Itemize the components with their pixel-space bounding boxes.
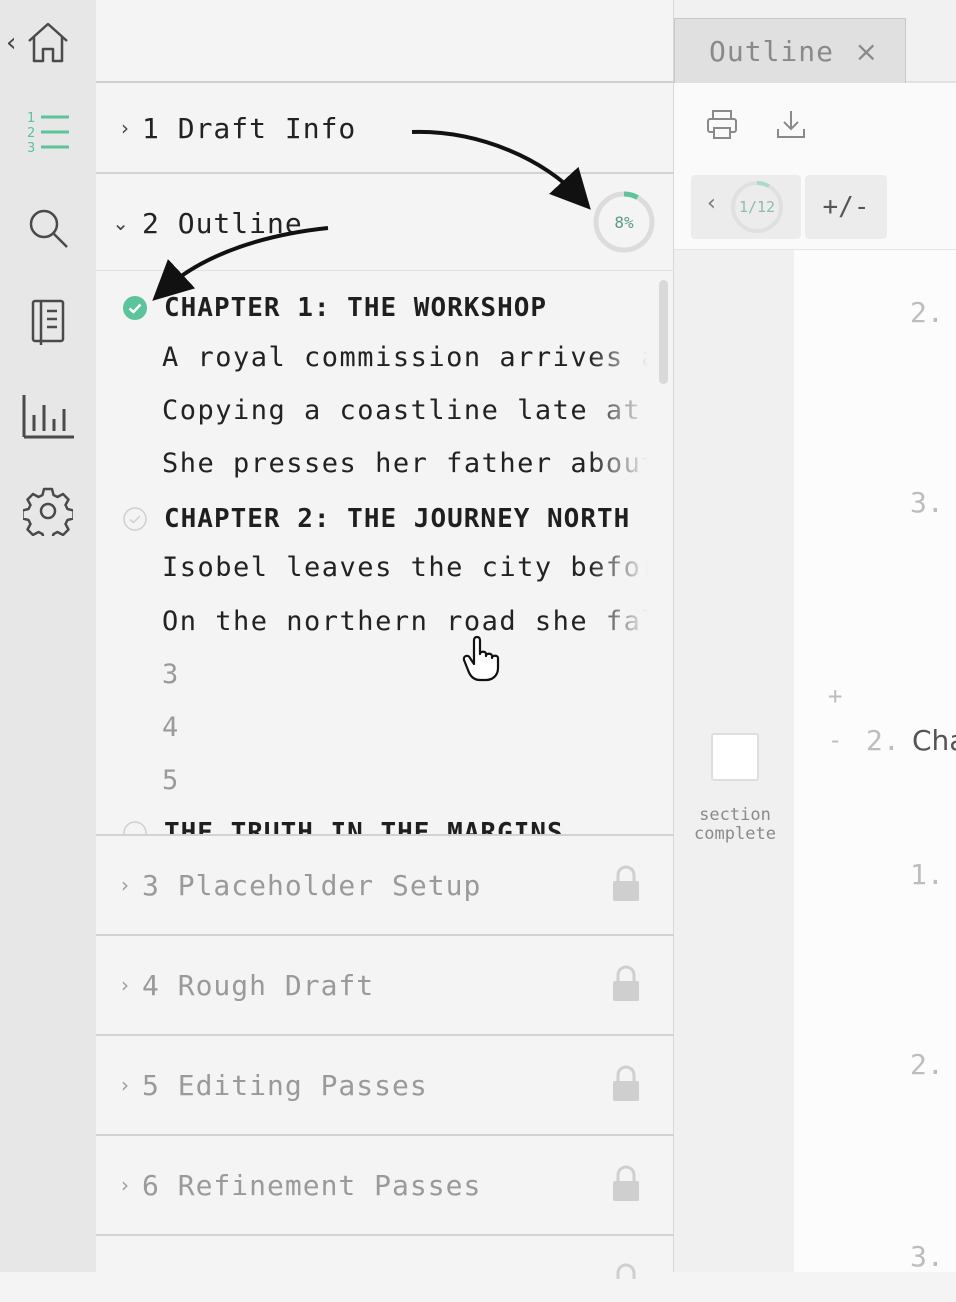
print-icon[interactable] <box>704 107 740 143</box>
icon-rail: ‹ 1 2 3 <box>0 0 96 1272</box>
scene-item[interactable]: Isobel leaves the city before <box>162 552 648 583</box>
expand-collapse-button[interactable]: +/- <box>805 175 887 239</box>
scrollbar[interactable] <box>659 280 668 384</box>
scene-item[interactable]: 4 <box>162 712 648 743</box>
section-complete-label: section complete <box>694 805 776 844</box>
gear-icon[interactable] <box>18 481 78 541</box>
line-number: 3. <box>910 486 944 519</box>
chevron-right-icon: › <box>121 116 130 140</box>
collapse-rail-icon[interactable]: ‹ <box>6 28 16 58</box>
section-outline[interactable]: ⌄ 2 Outline <box>96 174 674 272</box>
section-title: Outline <box>177 206 303 240</box>
tab-bar: Outline × <box>674 0 956 83</box>
section-rough-draft[interactable]: › 4 Rough Draft <box>96 936 674 1034</box>
search-icon[interactable] <box>18 198 78 258</box>
previous-icon[interactable]: ‹ <box>707 191 716 216</box>
lock-icon <box>613 1065 639 1101</box>
tab-outline[interactable]: Outline × <box>674 18 906 83</box>
check-circle-outline-icon[interactable] <box>122 506 148 532</box>
scene-item[interactable]: She presses her father about <box>162 448 648 479</box>
chevron-right-icon: › <box>121 1173 130 1197</box>
svg-text:2: 2 <box>27 126 35 141</box>
numbered-list-icon[interactable]: 1 2 3 <box>18 102 78 162</box>
lock-icon <box>613 865 639 901</box>
tab-label: Outline <box>709 34 835 68</box>
collapse-line-button[interactable]: - <box>828 726 842 754</box>
editor-content[interactable]: 2. 3. + - 2. Cha 1. 2. 3. <box>794 250 956 1273</box>
bar-chart-icon[interactable] <box>18 386 78 446</box>
section-navigator: ‹ 1/12 <box>691 175 801 239</box>
lock-icon <box>613 965 639 1001</box>
divider <box>96 270 674 271</box>
check-circle-outline-icon[interactable] <box>122 820 148 834</box>
chapter-title: CHAPTER 1: THE WORKSHOP <box>164 293 548 323</box>
line-number: 1. <box>910 858 944 891</box>
panel-header <box>96 0 674 83</box>
section-number: 6 <box>142 1168 160 1202</box>
progress-percent: 8% <box>614 212 634 232</box>
section-editing-passes[interactable]: › 5 Editing Passes <box>96 1036 674 1134</box>
download-icon[interactable] <box>773 107 809 143</box>
section-placeholder-setup[interactable]: › 3 Placeholder Setup <box>96 836 674 934</box>
scene-item[interactable]: On the northern road she falls <box>162 606 648 637</box>
outline-list: CHAPTER 1: THE WORKSHOP A royal commissi… <box>96 272 674 834</box>
chevron-right-icon: › <box>121 1073 130 1097</box>
line-number: 2. <box>910 296 944 329</box>
divider <box>96 1234 674 1236</box>
close-icon[interactable]: × <box>855 35 879 68</box>
check-circle-filled-icon[interactable] <box>122 295 148 321</box>
section-title: Editing Passes <box>177 1068 428 1102</box>
sections-panel: › 1 Draft Info ⌄ 2 Outline 8% CHAPTER 1:… <box>96 0 674 1279</box>
section-refinement-passes[interactable]: › 6 Refinement Passes <box>96 1136 674 1234</box>
section-title: Rough Draft <box>177 968 375 1002</box>
section-title: Placeholder Setup <box>177 868 482 902</box>
section-number: 1 <box>142 111 160 145</box>
chapter-title: CHAPTER 2: THE JOURNEY NORTH <box>164 504 631 534</box>
chevron-down-icon: ⌄ <box>112 211 130 235</box>
section-draft-info[interactable]: › 1 Draft Info <box>96 84 674 172</box>
line-number: 3. <box>910 1240 944 1273</box>
chapter-row[interactable]: CHAPTER 2: THE JOURNEY NORTH <box>96 499 656 539</box>
section-number: 3 <box>142 868 160 902</box>
chapter-title: THE TRUTH IN THE MARGINS <box>164 818 564 834</box>
scene-item[interactable]: Copying a coastline late at night <box>162 395 648 426</box>
navigator-position: 1/12 <box>738 198 776 216</box>
line-number: 2. <box>910 1048 944 1081</box>
section-number: 2 <box>142 206 160 240</box>
lock-icon <box>616 1263 636 1279</box>
home-icon[interactable] <box>18 12 78 72</box>
chapter-row[interactable]: THE TRUTH IN THE MARGINS <box>96 813 656 834</box>
svg-text:1: 1 <box>27 111 35 126</box>
line-number: 2. <box>866 724 900 757</box>
outline-progress-ring: 8% <box>592 190 656 254</box>
chapter-heading-text: Cha <box>912 724 956 757</box>
section-number: 4 <box>142 968 160 1002</box>
section-title: Draft Info <box>177 111 357 145</box>
scene-item[interactable]: A royal commission arrives at <box>162 342 648 373</box>
scene-item[interactable]: 3 <box>162 659 648 690</box>
section-number: 5 <box>142 1068 160 1102</box>
section-title: Refinement Passes <box>177 1168 482 1202</box>
scene-item[interactable]: 5 <box>162 765 648 796</box>
lock-icon <box>613 1165 639 1201</box>
chapter-row[interactable]: CHAPTER 1: THE WORKSHOP <box>96 288 656 328</box>
chevron-right-icon: › <box>121 873 130 897</box>
svg-text:3: 3 <box>27 141 35 155</box>
notebook-icon[interactable] <box>18 292 78 352</box>
editor-area: Outline × ‹ 1/12 +/- section complete 2.… <box>674 0 956 1273</box>
expand-line-button[interactable]: + <box>828 682 842 710</box>
section-complete-checkbox[interactable] <box>711 733 759 781</box>
chevron-right-icon: › <box>121 973 130 997</box>
